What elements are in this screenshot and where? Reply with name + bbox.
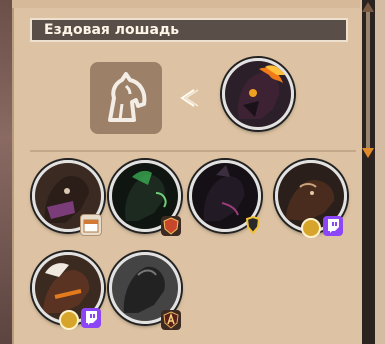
rank-a-icon [161, 310, 181, 330]
panel-right-edge [375, 0, 385, 344]
scrollbar[interactable] [361, 0, 375, 160]
arrow-left-icon [176, 86, 200, 110]
horse-head-icon [108, 72, 147, 122]
gold-coin-icon [301, 218, 321, 238]
panel-title: Ездовая лошадь [44, 22, 180, 38]
background-edge [0, 0, 12, 344]
scroll-up-icon[interactable] [361, 0, 375, 14]
twitch-icon [323, 216, 343, 236]
scroll-down-icon[interactable] [361, 146, 375, 160]
panel-top-strip [12, 0, 360, 8]
selected-mount-fire-horse[interactable] [222, 58, 294, 130]
calendar-icon [80, 214, 102, 236]
gold-emblem-icon [243, 215, 263, 235]
gold-coin-icon [59, 310, 79, 330]
section-divider [30, 150, 356, 152]
horse-category-icon [90, 62, 162, 134]
scroll-track[interactable] [366, 12, 370, 152]
twitch-icon [81, 308, 101, 328]
shield-icon [161, 216, 181, 236]
